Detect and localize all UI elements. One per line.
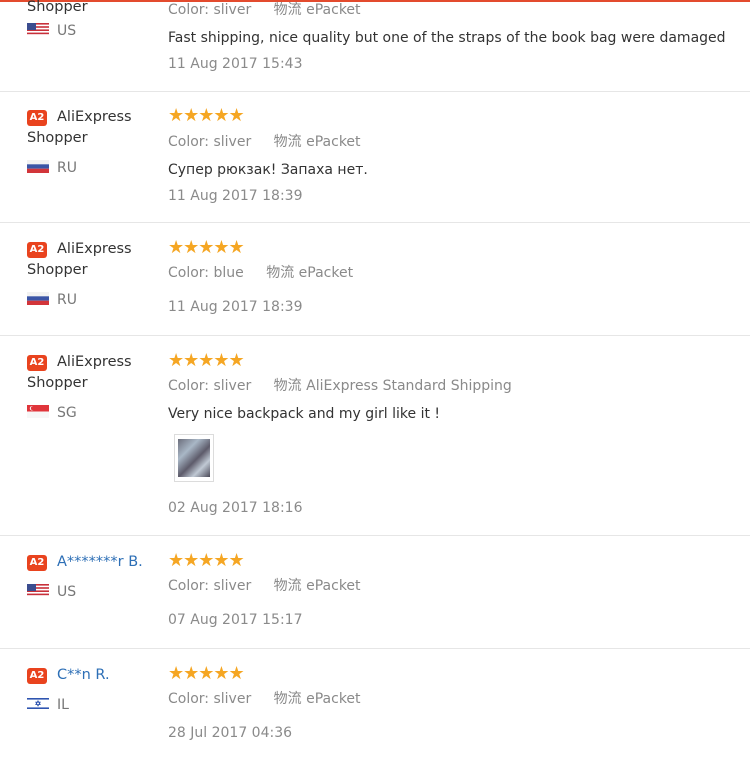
country-code: US (57, 584, 77, 600)
reviewer-name: A2 AliExpress (27, 352, 162, 373)
review-date: 11 Aug 2017 18:39 (168, 299, 303, 315)
sg-flag-icon (27, 405, 49, 418)
color-value: sliver (213, 134, 252, 150)
shipping-value: ePacket (298, 265, 354, 281)
shipping-label: 物流 (273, 691, 302, 707)
review-attributes: Color: sliver 物流 AliExpress Standard Shi… (168, 377, 530, 395)
reviewer-name: A2 AliExpress (27, 107, 162, 128)
reviewer-info: A2 AliExpress Shopper RU (27, 107, 162, 176)
review-item: A2 A*******r B. US ★★★★★ Color: sliver 物流… (0, 536, 750, 649)
reviewer-profile-link[interactable]: A*******r B. (57, 554, 143, 570)
color-value: blue (213, 265, 244, 281)
review-item: A2 C**n R. IL ★★★★★ Color: sliver 物流 ePac… (0, 649, 750, 761)
buyer-level-badge: A2 (27, 555, 47, 571)
shipping-value: ePacket (306, 134, 361, 150)
review-date: 07 Aug 2017 15:17 (168, 612, 303, 628)
color-value: sliver (213, 378, 252, 394)
review-attributes: Color: sliver 物流 ePacket (168, 1, 379, 19)
review-text: Very nice backpack and my girl like it ! (168, 406, 441, 422)
buyer-level-badge: A2 (27, 110, 47, 126)
shipping-label: 物流 (273, 134, 302, 150)
reviewer-info: A2 AliExpress Shopper RU (27, 239, 162, 308)
buyer-level-badge: A2 (27, 242, 47, 258)
color-label: Color: (168, 691, 210, 707)
reviewer-name: Shopper (27, 0, 88, 15)
reviewer-info: Shopper US (27, 0, 162, 39)
review-attributes: Color: sliver 物流 ePacket (168, 690, 379, 708)
color-label: Color: (168, 578, 210, 594)
review-attributes: Color: blue 物流 ePacket (168, 264, 371, 282)
country-code: US (57, 23, 77, 39)
shipping-value: ePacket (306, 691, 361, 707)
shipping-value: ePacket (306, 2, 361, 18)
reviewer-country: US (27, 23, 76, 39)
review-text: Fast shipping, nice quality but one of t… (168, 30, 726, 46)
reviewer-country: US (27, 584, 76, 600)
shipping-label: 物流 (273, 378, 302, 394)
reviewer-country: RU (27, 292, 77, 308)
review-attributes: Color: sliver 物流 ePacket (168, 577, 379, 595)
color-value: sliver (213, 2, 252, 18)
reviewer-info: A2 AliExpress Shopper SG (27, 352, 162, 421)
shipping-value: ePacket (306, 578, 361, 594)
country-code: IL (57, 697, 69, 713)
color-label: Color: (168, 134, 210, 150)
il-flag-icon (27, 697, 49, 710)
country-code: SG (57, 405, 77, 421)
review-item: A2 AliExpress Shopper SG ★★★★★ Color: sli… (0, 336, 750, 536)
shipping-label: 物流 (266, 265, 295, 281)
reviewer-name-line2: Shopper (27, 375, 88, 391)
shipping-value: AliExpress Standard Shipping (306, 378, 512, 394)
review-item: A2 AliExpress Shopper RU ★★★★★ Color: blu… (0, 223, 750, 336)
reviewer-name: A2 AliExpress (27, 239, 162, 260)
star-rating: ★★★★★ (168, 663, 245, 684)
review-date: 02 Aug 2017 18:16 (168, 500, 303, 516)
backpack-photo (178, 439, 210, 477)
reviewer-name-line2: Shopper (27, 130, 88, 146)
review-item: Shopper US Color: sliver 物流 ePacket Fast… (0, 0, 750, 92)
review-date: 11 Aug 2017 18:39 (168, 188, 303, 204)
review-date: 11 Aug 2017 15:43 (168, 56, 303, 72)
buyer-level-badge: A2 (27, 668, 47, 684)
buyer-level-badge: A2 (27, 355, 47, 371)
reviewer-name-line2: Shopper (27, 262, 88, 278)
reviewer-country: RU (27, 160, 77, 176)
country-code: RU (57, 160, 77, 176)
reviewer-info: A2 A*******r B. US (27, 552, 162, 600)
reviewer-country: IL (27, 697, 69, 713)
star-rating: ★★★★★ (168, 237, 245, 258)
reviewer-country: SG (27, 405, 77, 421)
color-value: sliver (213, 578, 252, 594)
us-flag-icon (27, 584, 49, 597)
us-flag-icon (27, 23, 49, 36)
review-attributes: Color: sliver 物流 ePacket (168, 133, 379, 151)
shipping-label: 物流 (273, 578, 302, 594)
country-code: RU (57, 292, 77, 308)
shipping-label: 物流 (273, 2, 302, 18)
color-label: Color: (168, 378, 210, 394)
star-rating: ★★★★★ (168, 105, 245, 126)
star-rating: ★★★★★ (168, 350, 245, 371)
ru-flag-icon (27, 292, 49, 305)
review-photo-thumbnail[interactable] (174, 434, 214, 482)
review-item: A2 AliExpress Shopper RU ★★★★★ Color: sli… (0, 92, 750, 223)
reviewer-info: A2 C**n R. IL (27, 665, 162, 713)
ru-flag-icon (27, 160, 49, 173)
review-text: Супер рюкзак! Запаха нет. (168, 162, 368, 178)
color-label: Color: (168, 265, 210, 281)
reviewer-name: A2 A*******r B. (27, 552, 162, 573)
color-value: sliver (213, 691, 252, 707)
reviewer-name: A2 C**n R. (27, 665, 162, 686)
color-label: Color: (168, 2, 210, 18)
review-date: 28 Jul 2017 04:36 (168, 725, 293, 741)
reviewer-profile-link[interactable]: C**n R. (57, 667, 110, 683)
star-rating: ★★★★★ (168, 550, 245, 571)
